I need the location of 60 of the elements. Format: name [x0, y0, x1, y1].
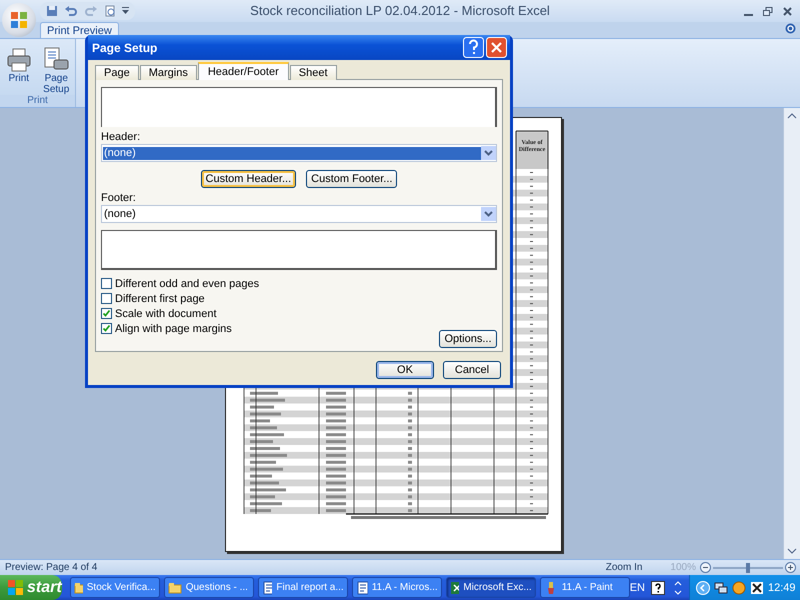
zoom-reading: 100% [670, 562, 696, 573]
taskbar-button[interactable]: 11.A - Paint [540, 577, 630, 598]
zoom-slider-thumb[interactable] [746, 562, 750, 572]
start-button[interactable]: start [0, 575, 62, 600]
folder-icon [74, 580, 83, 594]
zoom-out-icon[interactable] [700, 562, 711, 573]
vertical-scrollbar[interactable] [783, 108, 800, 559]
checkbox-label: Different first page [115, 292, 205, 304]
spreadsheet-icon [450, 580, 460, 594]
dialog-tab[interactable]: Margins [140, 65, 197, 80]
windows-logo-icon [8, 580, 23, 595]
dialog-tab[interactable]: Header/Footer [198, 62, 289, 80]
dialog-tab[interactable]: Page [95, 65, 139, 80]
dialog-title: Page Setup [92, 40, 158, 54]
taskbar-button[interactable]: Microsoft Exc... [446, 577, 536, 598]
taskbar-button[interactable]: Questions - ... [164, 577, 254, 598]
checkbox[interactable] [101, 308, 112, 319]
window-title: Stock reconciliation LP 02.04.2012 - Microsoft Excel [250, 3, 550, 18]
ribbon-tab[interactable]: Print Preview [40, 22, 119, 38]
printer-icon [6, 47, 32, 73]
checkbox-label: Different odd and even pages [115, 278, 260, 290]
footer-label: Footer: [101, 192, 137, 205]
customize-menu-icon[interactable] [122, 7, 129, 15]
office-button[interactable] [2, 3, 36, 37]
document-icon [356, 580, 368, 594]
checkbox[interactable] [101, 278, 112, 289]
print-button[interactable]: Print [2, 47, 35, 95]
folder-icon [168, 580, 182, 594]
header-label: Header: [101, 131, 142, 144]
save-icon[interactable] [46, 5, 58, 17]
footer-dropdown[interactable]: (none) [101, 205, 497, 223]
custom-header-button[interactable]: Custom Header... [200, 170, 296, 188]
taskbar-button[interactable]: Final report a... [258, 577, 348, 598]
zoom-in-icon[interactable] [785, 562, 796, 573]
undo-icon[interactable] [64, 5, 78, 17]
page-setup-button[interactable]: Page Setup [40, 47, 72, 95]
cancel-button[interactable]: Cancel [443, 361, 501, 379]
ok-button[interactable]: OK [376, 361, 434, 379]
custom-footer-button[interactable]: Custom Footer... [306, 170, 398, 188]
arrows-icon[interactable] [672, 580, 683, 594]
checkbox-label: Scale with document [115, 308, 216, 320]
options-button[interactable]: Options... [439, 330, 497, 348]
checkbox[interactable] [101, 323, 112, 334]
restore-icon[interactable] [763, 6, 773, 16]
chevron-icon[interactable] [696, 580, 710, 594]
clock: 12:49 [768, 582, 796, 594]
taskbar-button[interactable]: 11.A - Micros... [352, 577, 442, 598]
document-icon [262, 580, 272, 594]
office-logo-icon [10, 11, 28, 29]
checkbox-label: Align with page margins [115, 322, 232, 334]
dialog-tab[interactable]: Sheet [290, 65, 337, 80]
network-icon[interactable] [714, 580, 728, 594]
checkbox[interactable] [101, 293, 112, 304]
print-preview-icon[interactable] [104, 5, 116, 17]
taskbar-button[interactable]: Stock Verifica... [70, 577, 160, 598]
status-text: Preview: Page 4 of 4 [5, 562, 98, 573]
header-dropdown[interactable]: (none) [101, 144, 497, 162]
zoom-in-label: Zoom In [606, 562, 642, 573]
close-icon[interactable] [783, 6, 792, 16]
language-indicator[interactable]: EN [630, 582, 645, 594]
